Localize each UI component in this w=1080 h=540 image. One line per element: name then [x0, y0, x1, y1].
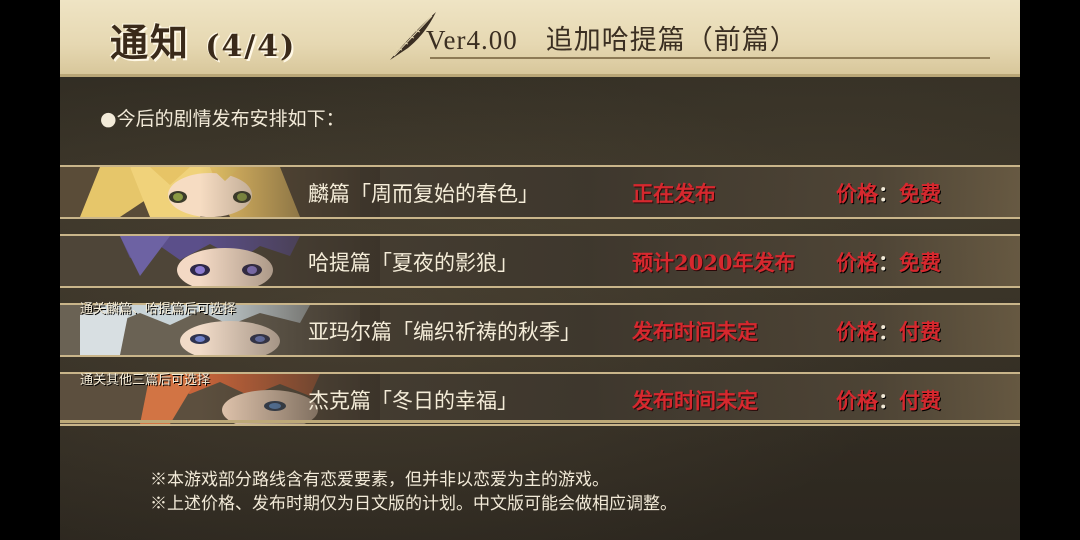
price-info: 价格：免费 — [836, 247, 941, 277]
arc-title: 麟篇「周而复始的春色」 — [308, 182, 539, 206]
price-separator: ： — [878, 388, 899, 413]
notice-panel: 通知 (4/4) Ver4.00 追加哈提篇（前篇） ●今后的剧情发布安排如下：… — [60, 0, 1020, 540]
price-label: 价格 — [836, 319, 878, 344]
section-divider — [60, 420, 1020, 423]
release-status: 发布时间未定 — [632, 388, 758, 413]
notice-page-indicator: (4/4) — [205, 29, 297, 64]
footnote: ※上述价格、发布时期仅为日文版的计划。中文版可能会做相应调整。 — [150, 494, 677, 514]
notice-title: 通知 (4/4) — [110, 12, 296, 67]
notice-label: 通知 — [110, 20, 191, 65]
price-value: 付费 — [899, 319, 941, 344]
notice-header: 通知 (4/4) Ver4.00 追加哈提篇（前篇） — [60, 0, 1020, 77]
unlock-condition: 通关其他三篇后可选择 — [80, 373, 211, 388]
arc-row-hati: 哈提篇「夏夜的影狼」 预计2020年发布 价格：免费 — [60, 234, 1020, 288]
arc-title: 亚玛尔篇「编织祈祷的秋季」 — [308, 320, 581, 344]
price-value: 免费 — [899, 181, 941, 206]
arc-title: 杰克篇「冬日的幸福」 — [308, 389, 518, 413]
release-status: 预计2020年发布 — [632, 250, 796, 275]
price-info: 价格：付费 — [836, 385, 941, 415]
arc-row-rin: 麟篇「周而复始的春色」 正在发布 价格：免费 — [60, 165, 1020, 219]
price-label: 价格 — [836, 181, 878, 206]
schedule-intro: ●今后的剧情发布安排如下： — [100, 108, 345, 130]
footnotes: ※本游戏部分路线含有恋爱要素，但并非以恋爱为主的游戏。 ※上述价格、发布时期仅为… — [150, 468, 677, 516]
price-info: 价格：付费 — [836, 316, 941, 346]
arc-title: 哈提篇「夏夜的影狼」 — [308, 251, 518, 275]
price-separator: ： — [878, 319, 899, 344]
unlock-condition: 通关麟篇、哈提篇后可选择 — [80, 302, 237, 317]
price-label: 价格 — [836, 250, 878, 275]
version-title: Ver4.00 追加哈提篇（前篇） — [426, 25, 798, 55]
header-underline — [430, 57, 990, 59]
price-info: 价格：免费 — [836, 178, 941, 208]
footnote: ※本游戏部分路线含有恋爱要素，但并非以恋爱为主的游戏。 — [150, 470, 609, 490]
price-label: 价格 — [836, 388, 878, 413]
price-separator: ： — [878, 181, 899, 206]
price-separator: ： — [878, 250, 899, 275]
price-value: 付费 — [899, 388, 941, 413]
release-status: 发布时间未定 — [632, 319, 758, 344]
price-value: 免费 — [899, 250, 941, 275]
release-status: 正在发布 — [632, 181, 716, 206]
